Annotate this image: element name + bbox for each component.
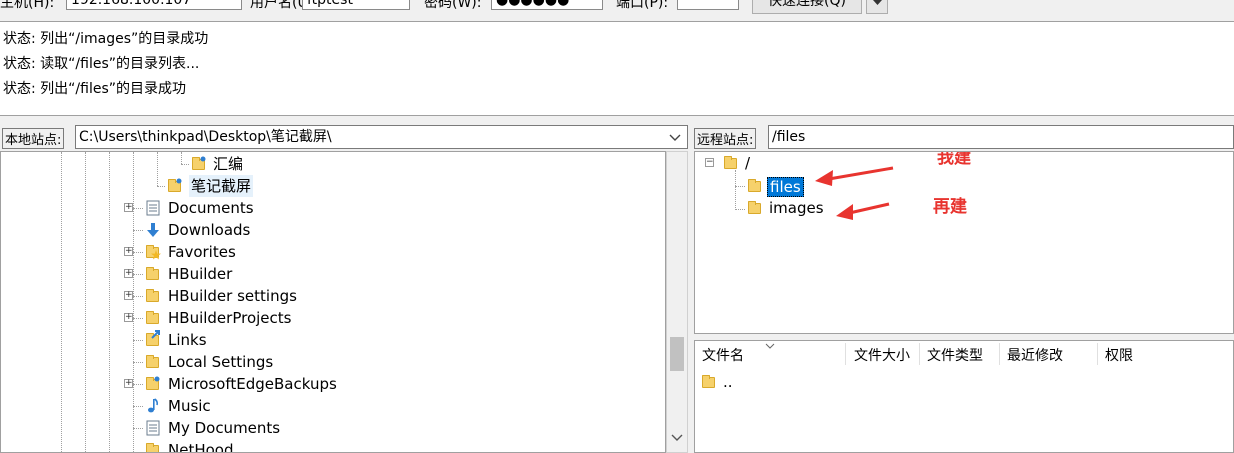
expand-toggle[interactable]: +	[124, 313, 133, 322]
expand-toggle[interactable]: +	[124, 269, 133, 278]
remote-site-bar: 远程站点: /files	[692, 124, 1234, 150]
column-header-size[interactable]: 文件大小	[854, 345, 910, 365]
password-label: 密码(W):	[424, 0, 482, 11]
favorites-star-icon	[145, 244, 161, 260]
folder-icon	[145, 354, 161, 370]
host-label: 主机(H):	[0, 0, 55, 11]
tree-item-label: My Documents	[168, 419, 281, 437]
local-directory-tree[interactable]: 汇编 笔记截屏 + Documents Downloads + Favorite…	[0, 151, 666, 453]
quickconnect-button[interactable]: 快速连接(Q)	[752, 0, 862, 14]
port-input[interactable]	[677, 0, 739, 10]
local-path-text: C:\Users\thinkpad\Desktop\笔记截屏\	[79, 129, 332, 145]
remote-directory-tree[interactable]: − / files images 我建 再建	[694, 151, 1234, 334]
tree-item-label: 汇编	[213, 155, 244, 173]
log-line: 状态: 读取“/files”的目录列表...	[3, 56, 200, 72]
log-line: 状态: 列出“/images”的目录成功	[3, 31, 209, 47]
file-list-header: 文件名 文件大小 文件类型 最近修改 权限	[695, 341, 1233, 369]
chevron-down-icon[interactable]	[671, 434, 683, 442]
local-site-bar: 本地站点: C:\Users\thinkpad\Desktop\笔记截屏\	[0, 124, 688, 150]
host-input[interactable]: 192.168.100.107	[66, 0, 242, 10]
column-header-type[interactable]: 文件类型	[927, 345, 983, 365]
folder-icon	[701, 374, 717, 390]
chevron-down-icon[interactable]	[669, 134, 681, 142]
remote-file-list[interactable]: 文件名 文件大小 文件类型 最近修改 权限 ..	[694, 340, 1234, 453]
tree-item-label: NetHood	[168, 441, 234, 453]
remote-site-label: 远程站点:	[694, 128, 757, 149]
column-header-name[interactable]: 文件名	[702, 345, 744, 365]
tree-item-label: Music	[168, 397, 211, 415]
folder-shared-icon	[191, 156, 207, 172]
local-path-input[interactable]: C:\Users\thinkpad\Desktop\笔记截屏\	[75, 125, 688, 149]
chevron-down-icon	[765, 343, 775, 349]
folder-icon	[145, 266, 161, 282]
password-input[interactable]: ●●●●●●	[491, 0, 603, 10]
file-row-parent[interactable]: ..	[701, 371, 1221, 393]
scrollbar-thumb[interactable]	[670, 337, 684, 371]
log-line: 状态: 列出“/files”的目录成功	[3, 81, 187, 97]
tree-item-label: Favorites	[168, 243, 236, 261]
username-input[interactable]: ftptest	[302, 0, 410, 10]
tree-item-label: MicrosoftEdgeBackups	[168, 375, 337, 393]
quickconnect-bar: 主机(H): 192.168.100.107 用户名(U): ftptest 密…	[0, 0, 1234, 18]
remote-path-input[interactable]: /files	[768, 125, 1234, 149]
folder-icon	[145, 288, 161, 304]
chevron-down-icon	[872, 0, 882, 5]
expand-toggle[interactable]: +	[124, 247, 133, 256]
documents-icon	[146, 420, 160, 436]
expand-toggle[interactable]: +	[124, 291, 133, 300]
tree-item-label: Links	[168, 331, 207, 349]
tree-item-label: Documents	[168, 199, 254, 217]
links-icon	[145, 330, 161, 348]
download-arrow-icon	[147, 223, 159, 237]
tree-item-label: HBuilderProjects	[168, 309, 292, 327]
documents-icon	[146, 200, 160, 216]
music-note-icon	[148, 398, 159, 413]
annotation-second: 再建	[933, 197, 967, 217]
local-site-label: 本地站点:	[2, 128, 65, 149]
port-label: 端口(P):	[616, 0, 669, 11]
file-name: ..	[723, 373, 733, 391]
tree-item-label: Downloads	[168, 221, 251, 239]
expand-toggle[interactable]: +	[124, 203, 133, 212]
column-header-modified[interactable]: 最近修改	[1007, 345, 1063, 365]
folder-icon	[145, 442, 161, 452]
tree-item-label: Local Settings	[168, 353, 274, 371]
annotation-arrows	[815, 166, 894, 220]
tree-item-label: HBuilder settings	[168, 287, 297, 305]
folder-shared-icon	[167, 178, 183, 194]
message-log: 状态: 列出“/images”的目录成功 状态: 读取“/files”的目录列表…	[0, 21, 1234, 116]
tree-item-label: 笔记截屏	[189, 175, 254, 197]
column-header-permissions[interactable]: 权限	[1105, 345, 1133, 365]
annotation-first: 我建	[937, 151, 971, 168]
quickconnect-dropdown-button[interactable]	[866, 0, 888, 14]
tree-item-label: HBuilder	[168, 265, 233, 283]
folder-shared-icon	[145, 376, 161, 392]
local-tree-scrollbar[interactable]	[666, 151, 688, 453]
expand-toggle[interactable]: +	[124, 379, 133, 388]
folder-icon	[145, 310, 161, 326]
